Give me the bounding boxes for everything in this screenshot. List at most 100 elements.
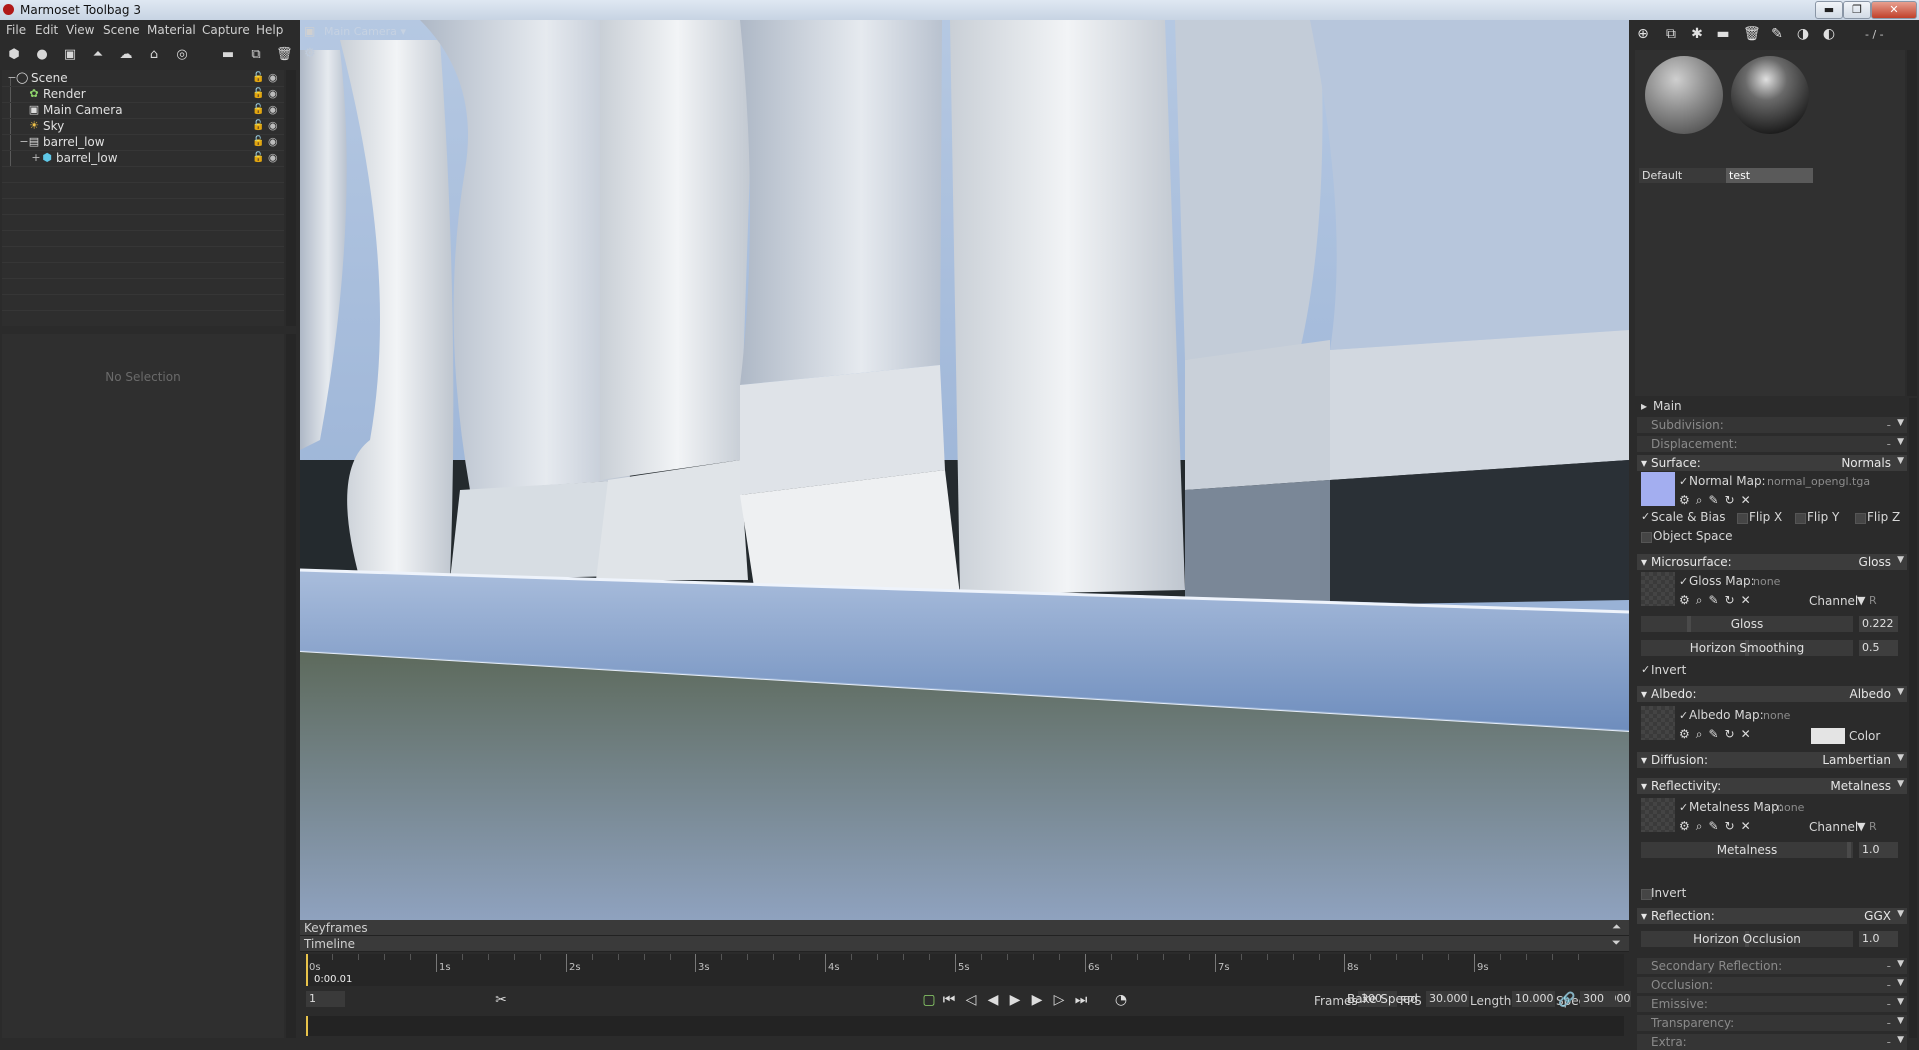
channel-value[interactable]: R — [1869, 820, 1877, 833]
material-thumbnail-default[interactable] — [1645, 56, 1723, 134]
lock-icon[interactable]: 🔓 — [252, 72, 264, 83]
checkmark-icon[interactable]: ✓ — [1679, 475, 1688, 488]
properties-scrollbar[interactable] — [286, 334, 296, 1038]
menu-material[interactable]: Material — [147, 23, 196, 37]
add-shadow-catcher-icon[interactable]: ⏶ — [90, 47, 106, 63]
viewport-camera-selector[interactable]: Main Camera ▾ — [324, 25, 406, 38]
minimize-button[interactable]: ▬ — [1815, 1, 1843, 19]
horizon-smoothing-slider[interactable]: Horizon Smoothing — [1641, 640, 1853, 656]
tree-row-barrel-low-mesh[interactable]: + ⬢ barrel_low 🔓 ◉ — [2, 150, 284, 167]
material-thumbnail-test[interactable] — [1731, 56, 1809, 134]
length-input[interactable]: 10.000 — [1512, 991, 1555, 1007]
texture-actions[interactable]: ⚙⌕✎↻✕ — [1679, 593, 1757, 608]
tree-row-barrel-low[interactable]: − ▤ barrel_low 🔓 ◉ — [2, 134, 284, 151]
transparency-section[interactable]: Transparency: - ▼ — [1637, 1015, 1907, 1031]
tree-row-sky[interactable]: ☀ Sky 🔓 ◉ — [2, 118, 284, 135]
checkmark-icon[interactable]: ✓ — [1641, 510, 1650, 523]
current-frame-input[interactable]: 1 — [306, 991, 345, 1007]
add-light-icon[interactable]: ● — [34, 47, 50, 63]
library-scrollbar[interactable] — [1907, 50, 1917, 396]
tree-row-main-camera[interactable]: ▣ Main Camera 🔓 ◉ — [2, 102, 284, 119]
scene-tree-scrollbar[interactable] — [286, 70, 296, 326]
loop-icon[interactable]: ▢ — [920, 992, 938, 1008]
open-folder-icon[interactable]: ▬ — [1715, 26, 1731, 42]
reflection-section[interactable]: ▾ Reflection: GGX ▼ — [1637, 908, 1907, 924]
subdivision-section[interactable]: Subdivision: - ▼ — [1637, 417, 1907, 433]
horizon-occlusion-slider[interactable]: Horizon Occlusion — [1641, 931, 1853, 947]
pick-material-icon[interactable]: ✎ — [1769, 26, 1785, 42]
checkmark-icon[interactable]: ✓ — [1679, 801, 1688, 814]
timeline-ruler[interactable]: 0s 1s 2s 3s 4s 5s 6s 7s 8s 9s 0:00.01 — [306, 954, 1624, 986]
open-folder-icon[interactable]: ▬ — [220, 47, 236, 63]
metalness-map-thumbnail[interactable] — [1641, 798, 1675, 832]
tree-row-render[interactable]: ✿ Render 🔓 ◉ — [2, 86, 284, 103]
menu-view[interactable]: View — [66, 23, 94, 37]
keyframes-header[interactable]: Keyframes ⏶ — [300, 920, 1629, 936]
close-button[interactable]: ✕ — [1871, 1, 1917, 19]
new-material-icon[interactable]: ⊕ — [1635, 26, 1651, 42]
timeline-header[interactable]: Timeline ⏷ — [300, 936, 1629, 952]
emissive-section[interactable]: Emissive: - ▼ — [1637, 996, 1907, 1012]
material-library-icon[interactable]: ✱ — [1689, 26, 1705, 42]
visibility-icon[interactable]: ◉ — [268, 71, 280, 84]
flip-x-checkbox[interactable] — [1737, 513, 1748, 524]
microsurface-section[interactable]: ▾ Microsurface: Gloss ▼ — [1637, 554, 1907, 570]
albedo-color-swatch[interactable] — [1811, 728, 1845, 744]
assign-icon[interactable]: ◑ — [1795, 26, 1811, 42]
lock-icon[interactable]: 🔓 — [252, 136, 264, 147]
visibility-icon[interactable]: ◉ — [268, 87, 280, 100]
add-fog-icon[interactable]: ☁ — [118, 47, 134, 63]
material-label[interactable]: Default — [1639, 168, 1726, 183]
add-baker-icon[interactable]: ◎ — [174, 47, 190, 63]
material-properties-scrollbar[interactable] — [1909, 398, 1917, 1038]
chevron-down-icon[interactable]: ▼ — [1857, 820, 1865, 833]
tree-row-scene[interactable]: − ◯ Scene 🔓 ◉ — [2, 70, 284, 87]
albedo-section[interactable]: ▾ Albedo: Albedo ▼ — [1637, 686, 1907, 702]
flip-y-checkbox[interactable] — [1795, 513, 1806, 524]
gloss-slider[interactable]: Gloss — [1641, 616, 1853, 632]
duplicate-material-icon[interactable]: ⧉ — [1663, 26, 1679, 42]
displacement-section[interactable]: Displacement: - ▼ — [1637, 436, 1907, 452]
keyframe-track[interactable] — [306, 1016, 1624, 1036]
texture-actions[interactable]: ⚙⌕✎↻✕ — [1679, 819, 1757, 834]
gear-icon[interactable]: ⚙ — [304, 46, 316, 61]
metalness-value[interactable]: 1.0 — [1859, 842, 1898, 858]
visibility-icon[interactable]: ◉ — [268, 119, 280, 132]
visibility-icon[interactable]: ◉ — [268, 151, 280, 164]
checkmark-icon[interactable]: ✓ — [1641, 663, 1650, 676]
unassign-icon[interactable]: ◐ — [1821, 26, 1837, 42]
texture-actions[interactable]: ⚙⌕✎↻✕ — [1679, 727, 1757, 742]
checkmark-icon[interactable]: ✓ — [1679, 575, 1688, 588]
visibility-icon[interactable]: ◉ — [268, 135, 280, 148]
channel-value[interactable]: R — [1869, 594, 1877, 607]
fps-input[interactable]: 30.000 — [1426, 991, 1469, 1007]
flip-z-checkbox[interactable] — [1855, 513, 1866, 524]
duplicate-icon[interactable]: ⧉ — [248, 47, 264, 63]
menu-capture[interactable]: Capture — [202, 23, 250, 37]
menu-help[interactable]: Help — [256, 23, 283, 37]
metalness-slider[interactable]: Metalness — [1641, 842, 1853, 858]
skip-end-icon[interactable]: ⏭ — [1072, 992, 1090, 1008]
secondary-reflection-section[interactable]: Secondary Reflection: - ▼ — [1637, 958, 1907, 974]
step-back-key-icon[interactable]: ◁ — [962, 992, 980, 1008]
step-forward-icon[interactable]: ▶ — [1028, 992, 1046, 1008]
texture-actions[interactable]: ⚙⌕✎↻✕ — [1679, 493, 1757, 508]
camera-icon[interactable]: ▣ — [304, 24, 318, 38]
surface-section[interactable]: ▾ Surface: Normals ▼ — [1637, 455, 1907, 471]
main-section[interactable]: ▸ Main — [1639, 398, 1909, 414]
gloss-map-thumbnail[interactable] — [1641, 572, 1675, 606]
play-icon[interactable]: ▶ — [1006, 992, 1024, 1008]
collapse-up-icon[interactable]: ⏶ — [1612, 920, 1621, 934]
scissors-icon[interactable]: ✂ — [492, 992, 510, 1008]
speed-dial-icon[interactable]: ◔ — [1112, 992, 1130, 1008]
step-back-icon[interactable]: ◀ — [984, 992, 1002, 1008]
link-frames-input[interactable]: 300 — [1580, 991, 1615, 1007]
checkmark-icon[interactable]: ✓ — [1679, 709, 1688, 722]
reflectivity-section[interactable]: ▾ Reflectivity: Metalness ▼ — [1637, 778, 1907, 794]
add-object-icon[interactable]: ⬢ — [6, 47, 22, 63]
chevron-down-icon[interactable]: ▼ — [1857, 594, 1865, 607]
albedo-map-thumbnail[interactable] — [1641, 706, 1675, 740]
collapse-down-icon[interactable]: ⏷ — [1612, 936, 1621, 950]
occlusion-section[interactable]: Occlusion: - ▼ — [1637, 977, 1907, 993]
add-turntable-icon[interactable]: ⌂ — [146, 47, 162, 63]
